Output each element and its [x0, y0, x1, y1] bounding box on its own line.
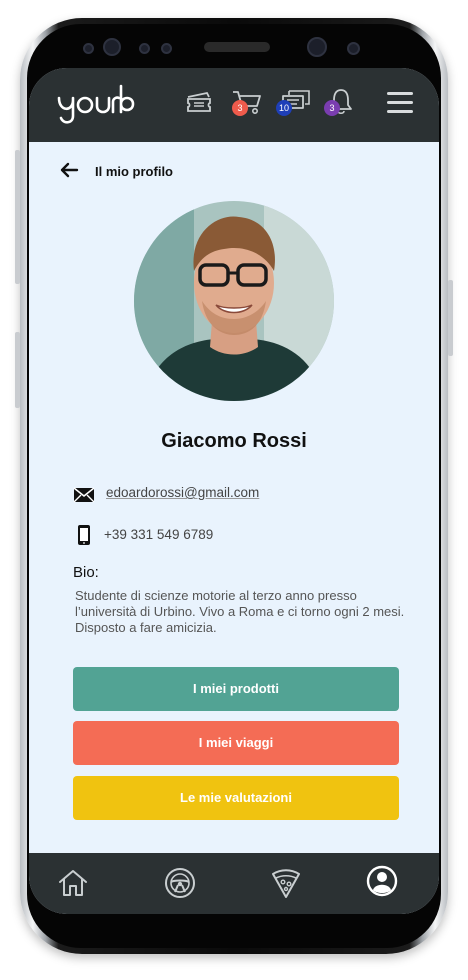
page-header: Il mio profilo [59, 160, 259, 184]
front-sensor [83, 43, 94, 54]
my-products-button[interactable]: I miei prodotti [73, 667, 399, 711]
pizza-icon[interactable] [270, 867, 302, 899]
front-sensor-2 [103, 38, 121, 56]
envelope-icon [73, 487, 95, 503]
steering-wheel-icon[interactable] [164, 867, 196, 899]
my-ratings-button[interactable]: Le mie valutazioni [73, 776, 399, 820]
ticket-icon[interactable] [185, 90, 213, 114]
front-camera [307, 37, 327, 57]
bio-label: Bio: [73, 564, 99, 581]
profile-avatar [134, 201, 334, 401]
app-screen: yourb 3 10 3 Il mio profilo Giacomo Ross… [29, 68, 439, 914]
menu-icon[interactable] [387, 92, 413, 116]
side-button [448, 280, 453, 356]
front-sensor-4 [161, 43, 172, 54]
bio-text: Studente di scienze motorie al terzo ann… [75, 588, 405, 635]
power-button [15, 150, 20, 284]
earpiece-speaker [204, 42, 270, 52]
top-bar: yourb 3 10 3 [29, 68, 439, 142]
page-title: Il mio profilo [95, 164, 173, 179]
volume-button [15, 332, 20, 408]
home-icon[interactable] [57, 867, 89, 899]
cart-badge: 3 [232, 100, 248, 116]
front-sensor-3 [139, 43, 150, 54]
messages-badge: 10 [276, 100, 292, 116]
bottom-nav [29, 853, 439, 914]
phone-icon [78, 525, 90, 545]
front-sensor-5 [347, 42, 360, 55]
logo-text: yourb [55, 82, 58, 83]
email-link[interactable]: edoardorossi@gmail.com [106, 485, 259, 500]
profile-name: Giacomo Rossi [161, 430, 307, 452]
yourb-logo: yourb [55, 82, 135, 124]
my-trips-button[interactable]: I miei viaggi [73, 721, 399, 765]
profile-icon[interactable] [366, 865, 398, 897]
phone-number: +39 331 549 6789 [104, 527, 214, 542]
notifications-badge: 3 [324, 100, 340, 116]
back-arrow-icon[interactable] [59, 162, 79, 178]
